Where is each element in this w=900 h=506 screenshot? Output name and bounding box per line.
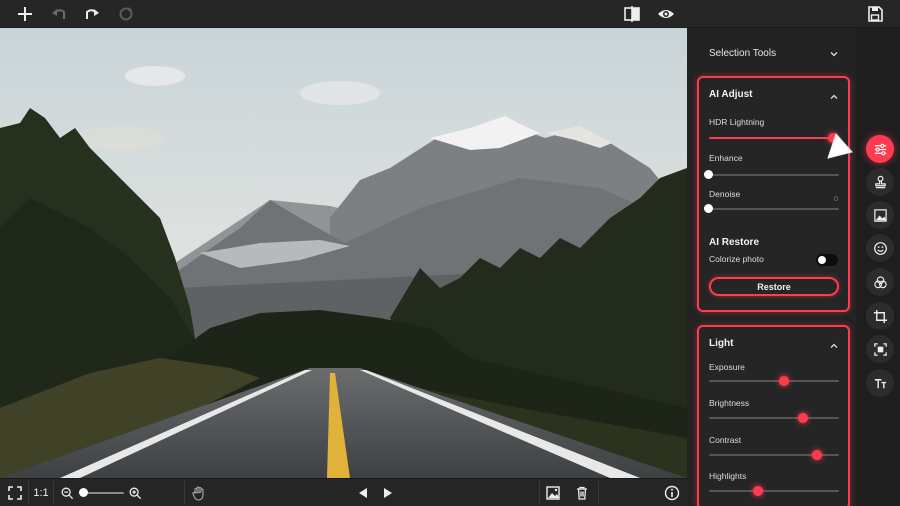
next-image-icon[interactable]: [380, 483, 396, 503]
enhance-slider[interactable]: [704, 170, 839, 179]
reset-icon[interactable]: [115, 3, 137, 25]
color-circles-icon[interactable]: [866, 268, 894, 296]
pointer-cursor-icon: [827, 133, 853, 159]
chevron-up-icon[interactable]: [829, 338, 839, 356]
image-icon[interactable]: [866, 201, 894, 229]
gallery-image-icon[interactable]: [545, 483, 561, 503]
exposure-slider-knob[interactable]: [779, 376, 790, 386]
highlights-slider-knob[interactable]: [753, 486, 764, 496]
enhance-slider-knob[interactable]: [704, 170, 713, 179]
light-title[interactable]: Light: [709, 338, 733, 349]
divider: [539, 481, 540, 505]
photo-canvas[interactable]: [0, 28, 687, 478]
bottom-toolbar: 1:1: [0, 478, 687, 506]
light-card: Light Exposure Brightness Contrast Highl…: [697, 325, 850, 506]
adjust-sliders-icon[interactable]: [866, 135, 894, 163]
divider: [184, 481, 185, 505]
contrast-label: Contrast: [709, 435, 742, 445]
delete-trash-icon[interactable]: [574, 483, 590, 503]
frame-icon[interactable]: [866, 335, 894, 363]
compare-icon[interactable]: [621, 3, 643, 25]
exposure-label: Exposure: [709, 362, 745, 372]
previous-image-icon[interactable]: [355, 483, 371, 503]
toggle-thumb: [818, 256, 826, 264]
zoom-in-icon[interactable]: [128, 483, 142, 503]
crop-icon[interactable]: [866, 302, 894, 330]
text-icon[interactable]: [866, 369, 894, 397]
colorize-label: Colorize photo: [709, 254, 764, 264]
zoom-out-icon[interactable]: [60, 483, 74, 503]
colorize-toggle[interactable]: [816, 254, 838, 266]
stamp-icon[interactable]: [866, 168, 894, 196]
enhance-label: Enhance: [709, 153, 743, 163]
actual-size-button[interactable]: 1:1: [33, 483, 49, 503]
fit-screen-icon[interactable]: [7, 483, 23, 503]
top-toolbar: [0, 0, 900, 28]
divider: [28, 481, 29, 505]
denoise-slider[interactable]: [704, 204, 839, 213]
landscape-photo: [0, 28, 687, 478]
adjustments-panel: Selection Tools AI Adjust HDR Lightning …: [687, 28, 856, 506]
chevron-down-icon[interactable]: [829, 46, 839, 64]
brightness-slider-knob[interactable]: [797, 413, 808, 423]
contrast-slider[interactable]: [709, 450, 839, 460]
tool-rail: [856, 28, 900, 506]
info-icon[interactable]: [664, 483, 680, 503]
restore-button[interactable]: Restore: [709, 277, 839, 296]
highlights-label: Highlights: [709, 471, 747, 481]
add-icon[interactable]: [14, 3, 36, 25]
highlights-slider[interactable]: [709, 486, 839, 496]
redo-icon[interactable]: [81, 3, 103, 25]
preview-eye-icon[interactable]: [655, 3, 677, 25]
divider: [598, 481, 599, 505]
save-icon[interactable]: [864, 3, 886, 25]
hdr-slider[interactable]: [709, 133, 839, 143]
selection-tools-header[interactable]: Selection Tools: [709, 48, 776, 59]
exposure-slider[interactable]: [709, 376, 839, 386]
brightness-slider[interactable]: [709, 413, 839, 423]
denoise-value: 0: [833, 194, 838, 203]
ai-adjust-title[interactable]: AI Adjust: [709, 89, 753, 100]
chevron-up-icon[interactable]: [829, 89, 839, 107]
denoise-slider-knob[interactable]: [704, 204, 713, 213]
undo-icon[interactable]: [48, 3, 70, 25]
ai-adjust-card: AI Adjust HDR Lightning Enhance Denoise …: [697, 76, 850, 312]
hdr-slider-fill: [709, 137, 833, 139]
brightness-label: Brightness: [709, 398, 750, 408]
hdr-label: HDR Lightning: [709, 117, 765, 127]
face-icon[interactable]: [866, 234, 894, 262]
denoise-label: Denoise: [709, 189, 741, 199]
zoom-slider-knob[interactable]: [79, 488, 88, 497]
ai-restore-title: AI Restore: [709, 237, 760, 248]
contrast-slider-knob[interactable]: [811, 450, 822, 460]
pan-hand-icon[interactable]: [191, 483, 207, 503]
divider: [53, 481, 54, 505]
